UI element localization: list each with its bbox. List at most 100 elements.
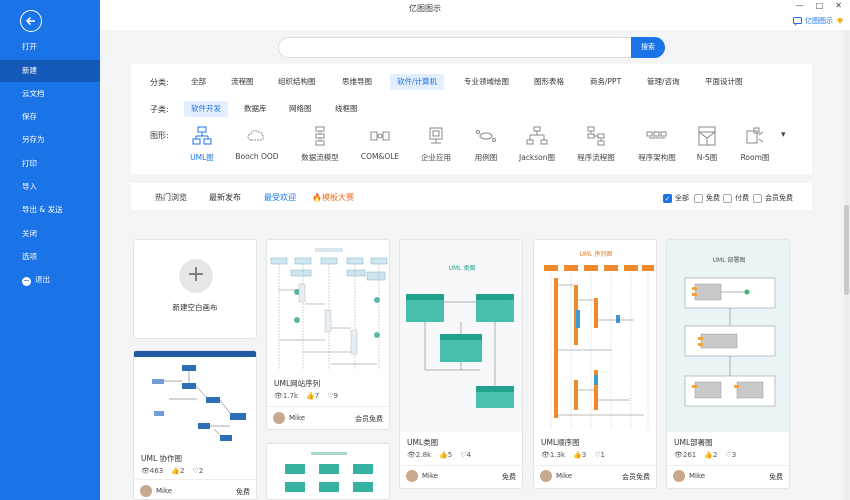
sidebar-item-close[interactable]: 关闭 (0, 223, 100, 245)
sidebar-item-print[interactable]: 打印 (0, 153, 100, 175)
svg-text:UML 部署图: UML 部署图 (713, 256, 746, 264)
cloud-icon (247, 130, 264, 141)
author[interactable]: Mike (140, 485, 172, 497)
shape-label: 图形: (150, 131, 169, 140)
template-card[interactable]: UML 序列图 UML顺序图 👁1.3k 👍3 ♡1 Mike 会员免费 (533, 239, 657, 489)
title-bar: 亿图图示 — □ ✕ 亿图图示 (100, 0, 850, 30)
category-business-ppt[interactable]: 商务/PPT (583, 74, 628, 90)
category-graphic-design[interactable]: 平面设计图 (698, 74, 750, 90)
filter-all-checkbox[interactable]: ✓ 全部 (663, 193, 689, 203)
shape-room[interactable]: Room图 (720, 126, 790, 163)
category-org-chart[interactable]: 组织结构图 (271, 74, 323, 90)
close-icon[interactable]: ✕ (835, 1, 842, 10)
program-flow-icon (587, 126, 605, 146)
data-flow-icon (315, 126, 325, 146)
com-ole-icon (370, 131, 390, 141)
template-thumbnail (267, 444, 389, 499)
template-card[interactable]: UML 协作图 👁463 👍2 ♡2 Mike 免费 (133, 350, 257, 500)
ns-chart-icon (698, 126, 716, 146)
price-badge: 会员免费 (622, 473, 650, 481)
sidebar-item-options[interactable]: 选项 (0, 246, 100, 268)
category-professional[interactable]: 专业领域绘图 (457, 74, 516, 90)
subtype-software-dev[interactable]: 软件开发 (184, 101, 228, 117)
view-count: 👁2.8k (407, 451, 432, 459)
sidebar-item-cloud-docs[interactable]: 云文档 (0, 83, 100, 105)
author[interactable]: Mike (273, 412, 305, 424)
category-management[interactable]: 管理/咨询 (640, 74, 687, 90)
new-blank-canvas-card[interactable]: + 新建空白画布 (133, 239, 257, 339)
maximize-icon[interactable]: □ (816, 1, 824, 10)
shape-booch-ood[interactable]: Booch OOD (222, 126, 292, 161)
room-icon (746, 127, 764, 144)
tab-template-contest[interactable]: 🔥模板大赛 (312, 192, 354, 203)
price-badge: 会员免费 (355, 415, 383, 423)
like-count[interactable]: 👍7 (306, 392, 319, 400)
enterprise-app-icon (429, 127, 443, 144)
chevron-down-icon[interactable]: ▾ (781, 130, 786, 140)
fav-count[interactable]: ♡3 (725, 451, 736, 459)
sidebar-item-new[interactable]: 新建 (0, 60, 100, 82)
account-brand[interactable]: 亿图图示 (793, 16, 844, 26)
filter-paid-checkbox[interactable]: 付费 (723, 193, 749, 203)
shape-program-flow[interactable]: 程序流程图 (561, 126, 631, 163)
search-button[interactable]: 搜索 (631, 37, 665, 58)
template-thumbnail: UML 类图 (400, 240, 522, 432)
like-count[interactable]: 👍2 (704, 451, 717, 459)
author[interactable]: Mike (406, 470, 438, 482)
minimize-icon[interactable]: — (796, 1, 804, 10)
tab-latest[interactable]: 最新发布 (209, 192, 241, 203)
tab-popular[interactable]: 热门浏览 (155, 192, 187, 203)
like-count[interactable]: 👍3 (573, 451, 586, 459)
sort-tabs-bar: 热门浏览 最新发布 最受欢迎 🔥模板大赛 ✓ 全部 免费 付费 会员免费 (131, 183, 812, 210)
category-software[interactable]: 软件/计算机 (390, 74, 445, 90)
sidebar-item-open[interactable]: 打开 (0, 36, 100, 58)
program-arch-icon (646, 131, 667, 139)
tab-most-liked[interactable]: 最受欢迎 (264, 192, 296, 203)
author[interactable]: Mike (673, 470, 705, 482)
avatar (673, 470, 685, 482)
window-title: 亿图图示 (409, 4, 441, 13)
scrollbar-thumb[interactable] (844, 205, 849, 295)
filter-free-checkbox[interactable]: 免费 (694, 193, 720, 203)
jackson-icon (526, 126, 548, 145)
category-flowchart[interactable]: 流程图 (224, 74, 261, 90)
fav-count[interactable]: ♡4 (460, 451, 471, 459)
use-case-icon (476, 130, 496, 142)
search-input[interactable] (278, 37, 632, 58)
sidebar-item-save[interactable]: 保存 (0, 106, 100, 128)
avatar (140, 485, 152, 497)
view-count: 👁261 (674, 451, 697, 459)
filter-member-free-checkbox[interactable]: 会员免费 (753, 193, 793, 203)
sidebar-item-exit[interactable]: − 退出 (0, 269, 100, 291)
like-count[interactable]: 👍5 (439, 451, 452, 459)
category-all[interactable]: 全部 (184, 74, 213, 90)
fav-count[interactable]: ♡9 (327, 392, 338, 400)
eye-icon: 👁 (407, 451, 416, 459)
back-button[interactable] (20, 10, 42, 32)
sidebar-item-export-send[interactable]: 导出 & 发送 (0, 199, 100, 221)
category-mind-map[interactable]: 思维导图 (335, 74, 379, 90)
sidebar-item-import[interactable]: 导入 (0, 176, 100, 198)
subtype-wireframe[interactable]: 线框图 (328, 101, 365, 117)
template-card[interactable]: UML网站序列 👁1.7k 👍7 ♡9 Mike 会员免费 (266, 239, 390, 430)
template-card[interactable]: UML 部署图 UML部署图 👁261 👍2 ♡3 Mike 免费 (666, 239, 790, 489)
template-thumbnail: UML 部署图 (667, 240, 789, 432)
subtype-network[interactable]: 网络图 (282, 101, 319, 117)
eye-icon: 👁 (541, 451, 550, 459)
template-card[interactable]: UML 类图 UML类图 👁2.8k 👍5 ♡4 Mike 免费 (399, 239, 523, 489)
category-graphic-table[interactable]: 图形表格 (527, 74, 571, 90)
arrow-left-icon (25, 16, 35, 26)
sidebar-item-save-as[interactable]: 另存为 (0, 129, 100, 151)
checkbox-checked: ✓ (663, 193, 672, 203)
subtype-database[interactable]: 数据库 (237, 101, 274, 117)
svg-text:UML 类图: UML 类图 (449, 264, 476, 272)
author[interactable]: Mike (540, 470, 572, 482)
fav-count[interactable]: ♡2 (192, 467, 203, 475)
view-count: 👁463 (141, 467, 164, 475)
like-count[interactable]: 👍2 (171, 467, 184, 475)
search-bar: 搜索 (278, 37, 665, 58)
fav-count[interactable]: ♡1 (594, 451, 605, 459)
eye-icon: 👁 (141, 467, 150, 475)
template-card[interactable] (266, 443, 390, 500)
template-thumbnail: UML 序列图 (534, 240, 656, 432)
